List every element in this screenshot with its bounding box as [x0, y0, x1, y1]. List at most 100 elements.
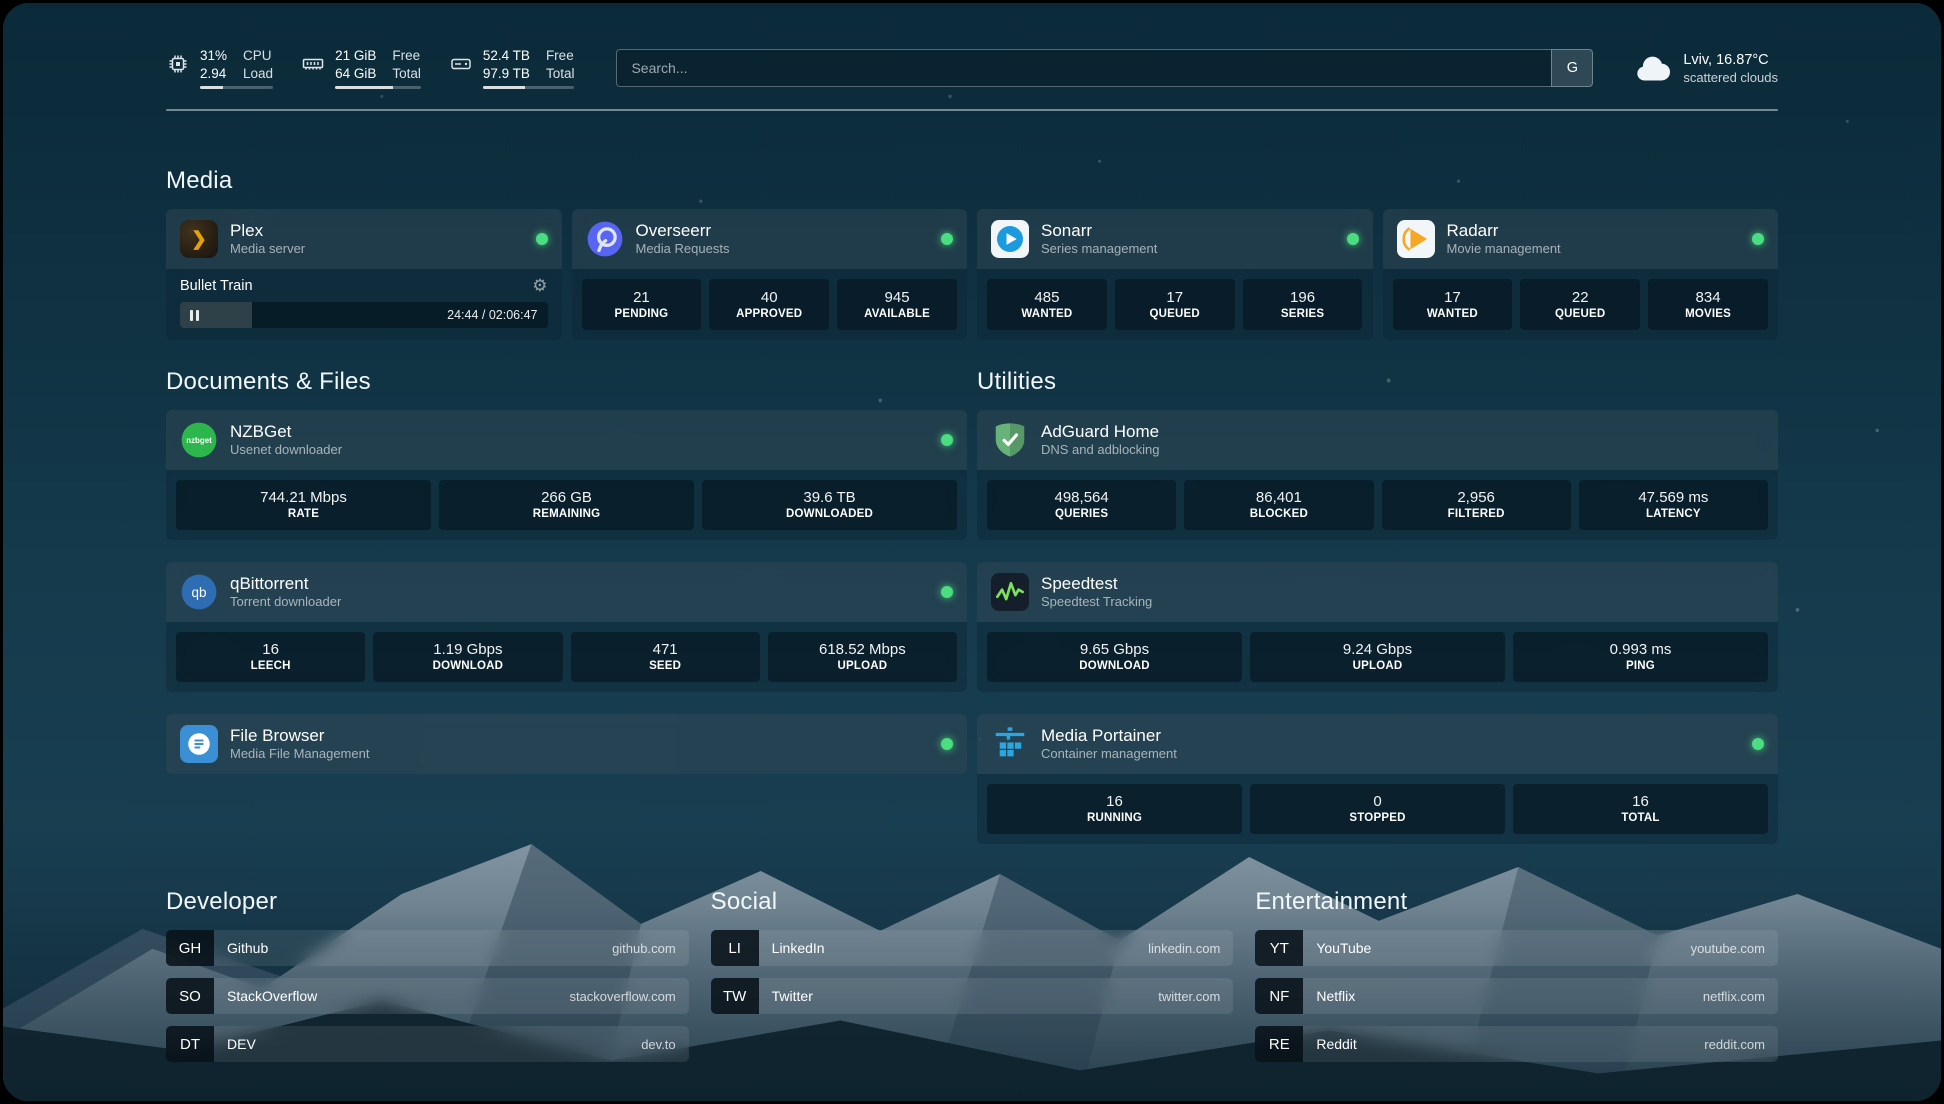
radarr-icon	[1397, 220, 1435, 258]
svg-text:qb: qb	[192, 585, 207, 600]
status-dot	[536, 233, 548, 245]
bookmark-abbr: DT	[166, 1026, 214, 1062]
stat-block: 47.569 ms LATENCY	[1579, 480, 1768, 530]
cpu-widget: 31% CPU 2.94 Load	[166, 47, 273, 89]
service-link-plex[interactable]: ❯ Plex Media server	[166, 209, 562, 269]
search-bar: G	[616, 49, 1593, 87]
now-playing-title: Bullet Train	[180, 278, 253, 294]
service-link-speedtest[interactable]: Speedtest Speedtest Tracking	[977, 562, 1778, 622]
search-provider-button[interactable]: G	[1551, 49, 1593, 87]
service-link-qbittorrent[interactable]: qb qBittorrent Torrent downloader	[166, 562, 967, 622]
stat-block: 485 WANTED	[987, 279, 1107, 330]
service-title: Overseerr	[636, 220, 930, 241]
plex-progress-bar[interactable]: 24:44 / 02:06:47	[180, 302, 548, 328]
service-title: Radarr	[1447, 220, 1741, 241]
service-link-adguard[interactable]: AdGuard Home DNS and adblocking	[977, 410, 1778, 470]
bookmark-name: LinkedIn	[759, 930, 1148, 966]
stat-block: 834 MOVIES	[1648, 279, 1768, 330]
service-title: Sonarr	[1041, 220, 1335, 241]
service-link-portainer[interactable]: Media Portainer Container management	[977, 714, 1778, 774]
status-dot	[941, 233, 953, 245]
section-title-entertainment: Entertainment	[1255, 888, 1778, 916]
service-card-sonarr: Sonarr Series management 485 WANTED 17 Q…	[977, 209, 1373, 340]
bookmark-url: stackoverflow.com	[569, 978, 688, 1014]
service-card-qbittorrent: qb qBittorrent Torrent downloader 16 LEE…	[166, 562, 967, 692]
bookmark-url: reddit.com	[1704, 1026, 1778, 1062]
resource-widgets: 31% CPU 2.94 Load	[166, 47, 574, 89]
media-card-grid: ❯ Plex Media server Bullet Train ⚙	[166, 209, 1778, 340]
bookmark-abbr: YT	[1255, 930, 1303, 966]
stat-block: 945 AVAILABLE	[837, 279, 957, 330]
stat-block: 17 QUEUED	[1115, 279, 1235, 330]
search-input[interactable]	[616, 49, 1551, 87]
bookmark-dev[interactable]: DT DEV dev.to	[166, 1026, 689, 1062]
memory-progress-fill	[335, 86, 392, 89]
service-link-overseerr[interactable]: Overseerr Media Requests	[572, 209, 968, 269]
cpu-progress-bar	[200, 86, 273, 89]
bookmark-abbr: SO	[166, 978, 214, 1014]
memory-free: 21 GiB	[335, 47, 376, 65]
bookmark-youtube[interactable]: YT YouTube youtube.com	[1255, 930, 1778, 966]
service-subtitle: Speedtest Tracking	[1041, 594, 1764, 611]
section-title-media: Media	[166, 167, 1778, 195]
stat-block: 22 QUEUED	[1520, 279, 1640, 330]
bookmark-abbr: TW	[711, 978, 759, 1014]
stat-block: 618.52 Mbps UPLOAD	[768, 632, 957, 682]
bookmark-group-social: Social LI LinkedIn linkedin.com TW Twitt…	[711, 888, 1234, 1062]
weather-widget[interactable]: Lviv, 16.87°C scattered clouds	[1635, 51, 1778, 86]
cpu-progress-fill	[200, 86, 223, 89]
service-card-speedtest: Speedtest Speedtest Tracking 9.65 Gbps D…	[977, 562, 1778, 692]
bookmark-url: youtube.com	[1691, 930, 1778, 966]
column-documents: Documents & Files nzbget NZBGet Usenet d…	[166, 368, 967, 774]
plex-now-playing: Bullet Train ⚙ 24:44 / 02:06:47	[166, 269, 562, 340]
disk-widget: 52.4 TB Free 97.9 TB Total	[449, 47, 575, 89]
stat-block: 16 TOTAL	[1513, 784, 1768, 834]
bookmark-name: Netflix	[1303, 978, 1703, 1014]
service-subtitle: DNS and adblocking	[1041, 442, 1764, 459]
disk-total: 97.9 TB	[483, 65, 530, 83]
section-title-documents: Documents & Files	[166, 368, 967, 396]
bookmark-twitter[interactable]: TW Twitter twitter.com	[711, 978, 1234, 1014]
cpu-load-label: Load	[243, 65, 273, 83]
stat-block: 0 STOPPED	[1250, 784, 1505, 834]
service-link-nzbget[interactable]: nzbget NZBGet Usenet downloader	[166, 410, 967, 470]
stat-block: 471 SEED	[571, 632, 760, 682]
qbittorrent-icon: qb	[180, 573, 218, 611]
stat-block: 21 PENDING	[582, 279, 702, 330]
two-column-section: Documents & Files nzbget NZBGet Usenet d…	[166, 368, 1778, 844]
stat-block: 40 APPROVED	[709, 279, 829, 330]
disk-progress-fill	[483, 86, 525, 89]
service-link-filebrowser[interactable]: File Browser Media File Management	[166, 714, 967, 774]
cpu-percent: 31%	[200, 47, 227, 65]
memory-progress-bar	[335, 86, 421, 89]
bookmark-reddit[interactable]: RE Reddit reddit.com	[1255, 1026, 1778, 1062]
stat-block: 266 GB REMAINING	[439, 480, 694, 530]
stat-block: 39.6 TB DOWNLOADED	[702, 480, 957, 530]
service-link-sonarr[interactable]: Sonarr Series management	[977, 209, 1373, 269]
gear-icon[interactable]: ⚙	[532, 277, 547, 294]
memory-total: 64 GiB	[335, 65, 376, 83]
bookmark-github[interactable]: GH Github github.com	[166, 930, 689, 966]
pause-icon[interactable]	[190, 310, 199, 321]
status-dot	[1752, 738, 1764, 750]
bookmark-linkedin[interactable]: LI LinkedIn linkedin.com	[711, 930, 1234, 966]
header-divider	[166, 109, 1778, 111]
stat-block: 16 RUNNING	[987, 784, 1242, 834]
portainer-icon	[991, 725, 1029, 763]
overseerr-icon	[586, 220, 624, 258]
service-link-radarr[interactable]: Radarr Movie management	[1383, 209, 1779, 269]
filebrowser-icon	[180, 725, 218, 763]
service-subtitle: Container management	[1041, 746, 1740, 763]
bookmark-netflix[interactable]: NF Netflix netflix.com	[1255, 978, 1778, 1014]
service-title: NZBGet	[230, 421, 929, 442]
service-title: qBittorrent	[230, 573, 929, 594]
stat-block: 17 WANTED	[1393, 279, 1513, 330]
bookmark-abbr: NF	[1255, 978, 1303, 1014]
disk-icon	[449, 52, 473, 76]
memory-icon	[301, 52, 325, 76]
cpu-label: CPU	[243, 47, 273, 65]
bookmark-stackoverflow[interactable]: SO StackOverflow stackoverflow.com	[166, 978, 689, 1014]
speedtest-icon	[991, 573, 1029, 611]
memory-widget: 21 GiB Free 64 GiB Total	[301, 47, 421, 89]
section-title-social: Social	[711, 888, 1234, 916]
